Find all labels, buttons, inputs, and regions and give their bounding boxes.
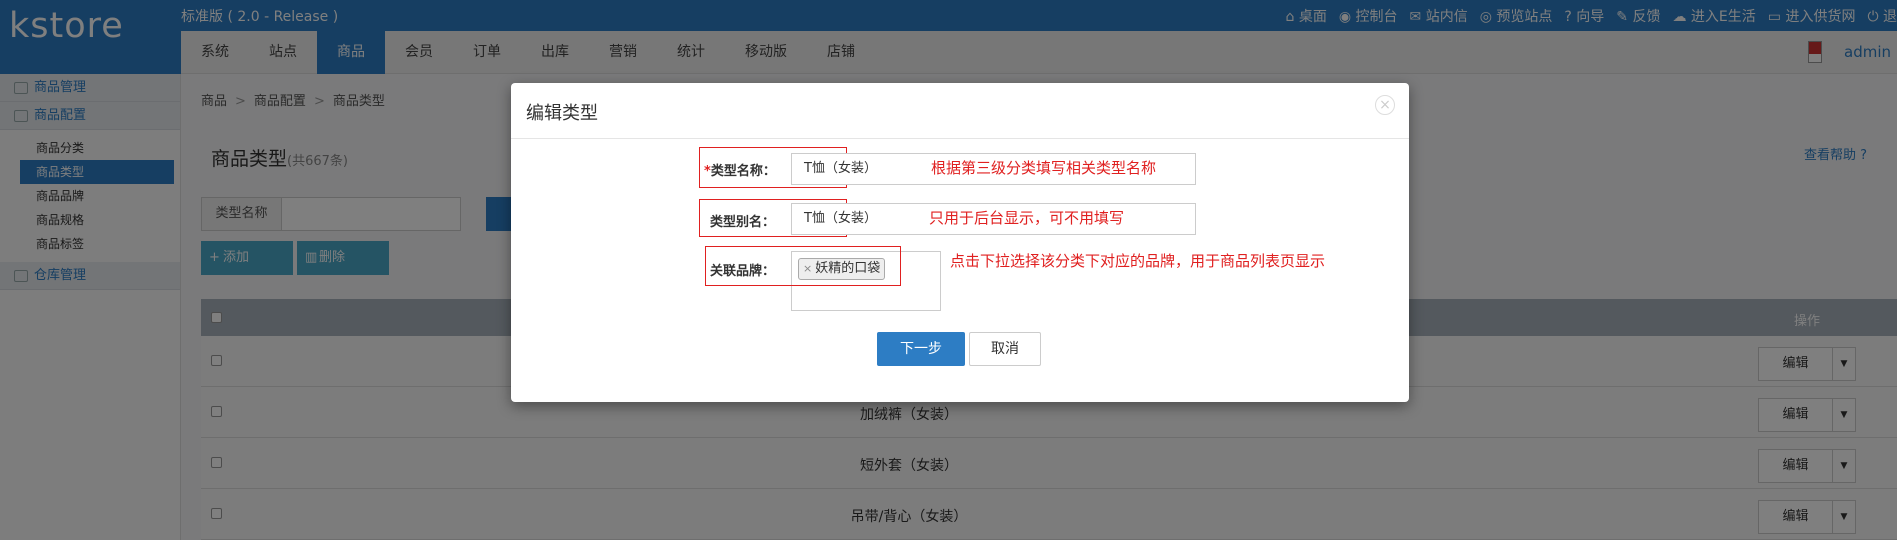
- alias-label: 类型别名：: [710, 215, 776, 230]
- brand-annotation: 点击下拉选择该分类下对应的品牌，用于商品列表页显示: [950, 252, 1326, 270]
- next-step-button[interactable]: 下一步: [877, 332, 965, 366]
- close-icon[interactable]: ×: [1375, 95, 1395, 115]
- edit-type-modal: 编辑类型 × *类型名称： T恤（女装） 根据第三级分类填写相关类型名称 类型别…: [511, 83, 1409, 402]
- modal-title: 编辑类型: [526, 103, 598, 124]
- cancel-button[interactable]: 取消: [969, 332, 1041, 366]
- type-name-label: *类型名称：: [704, 164, 776, 179]
- modal-header: 编辑类型 ×: [511, 83, 1409, 139]
- brand-highlight: [705, 246, 901, 286]
- alias-annotation: 只用于后台显示，可不用填写: [929, 209, 1125, 227]
- type-name-annotation: 根据第三级分类填写相关类型名称: [931, 159, 1157, 177]
